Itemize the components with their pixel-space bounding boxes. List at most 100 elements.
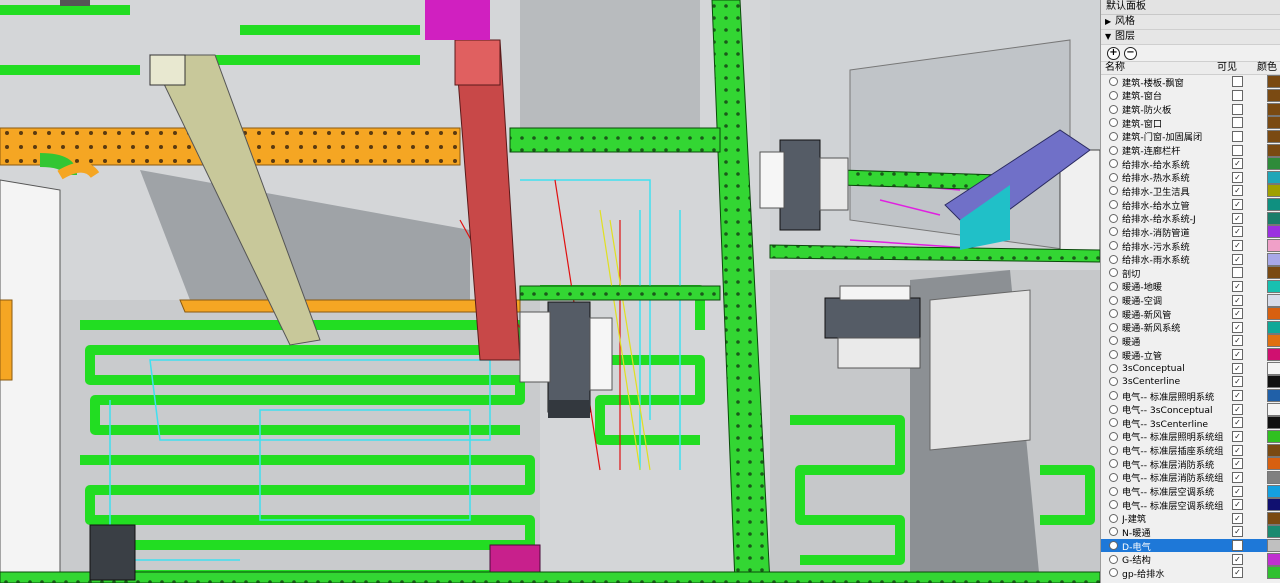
layer-row[interactable]: 电气-- 标准层照明系统组 [1101, 429, 1280, 443]
active-layer-radio[interactable] [1109, 486, 1118, 496]
layer-row[interactable]: 给排水-热水系统 [1101, 170, 1280, 184]
layer-name[interactable]: 给排水-消防管道 [1122, 225, 1228, 239]
layer-row[interactable]: 给排水-给水系统 [1101, 157, 1280, 171]
layer-name[interactable]: 给排水-污水系统 [1122, 239, 1228, 253]
active-layer-radio[interactable] [1109, 568, 1118, 578]
column-color[interactable]: 颜色 [1257, 62, 1279, 74]
layer-name[interactable]: 电气-- 3sConceptual [1122, 402, 1228, 416]
layer-visible-checkbox[interactable] [1232, 485, 1243, 497]
layer-row[interactable]: 暖通-新风管 [1101, 307, 1280, 321]
layer-row[interactable]: J-建筑 [1101, 511, 1280, 525]
layer-name[interactable]: 暖通-空调 [1122, 293, 1228, 307]
active-layer-radio[interactable] [1109, 145, 1118, 155]
layer-color-swatch[interactable] [1267, 539, 1280, 553]
layer-row[interactable]: G-结构 [1101, 552, 1280, 566]
layer-row[interactable]: 电气-- 标准层插座系统组 [1101, 443, 1280, 457]
layer-color-swatch[interactable] [1267, 266, 1280, 280]
section-styles[interactable]: ▶ 风格 [1101, 15, 1280, 30]
layer-color-swatch[interactable] [1267, 416, 1280, 430]
layer-row[interactable]: 电气-- 标准层消防系统 [1101, 457, 1280, 471]
layer-name[interactable]: 剖切 [1122, 266, 1228, 280]
layer-name[interactable]: 建筑-楼板-飘窗 [1122, 75, 1228, 89]
active-layer-radio[interactable] [1109, 541, 1118, 551]
layer-name[interactable]: 电气-- 标准层照明系统组 [1122, 429, 1228, 443]
layer-name[interactable]: 3sCenterline [1122, 376, 1228, 387]
layer-row[interactable]: 剖切 [1101, 266, 1280, 280]
layer-color-swatch[interactable] [1267, 443, 1280, 457]
active-layer-radio[interactable] [1109, 418, 1118, 428]
layer-visible-checkbox[interactable] [1232, 362, 1243, 374]
layer-visible-checkbox[interactable] [1232, 240, 1243, 251]
layer-visible-checkbox[interactable] [1232, 321, 1243, 333]
active-layer-radio[interactable] [1109, 200, 1118, 210]
active-layer-radio[interactable] [1109, 131, 1118, 141]
active-layer-radio[interactable] [1109, 445, 1118, 455]
layer-row[interactable]: 给排水-给水立管 [1101, 198, 1280, 212]
active-layer-radio[interactable] [1109, 513, 1118, 523]
layer-visible-checkbox[interactable] [1232, 512, 1243, 524]
layer-name[interactable]: 暖通-新风管 [1122, 307, 1228, 321]
layer-color-swatch[interactable] [1267, 157, 1280, 171]
layer-name[interactable]: 建筑-窗台 [1122, 88, 1228, 102]
layer-visible-checkbox[interactable] [1232, 144, 1243, 156]
active-layer-radio[interactable] [1109, 90, 1118, 100]
layer-color-swatch[interactable] [1267, 252, 1280, 266]
layer-color-swatch[interactable] [1267, 170, 1280, 184]
layer-name[interactable]: 电气-- 标准层照明系统 [1122, 389, 1228, 403]
layer-visible-checkbox[interactable] [1232, 471, 1243, 483]
layer-color-swatch[interactable] [1267, 334, 1280, 348]
layer-name[interactable]: 给排水-给水立管 [1122, 198, 1228, 212]
layer-name[interactable]: 建筑-门窗-加固属闭 [1122, 129, 1228, 143]
layer-row[interactable]: 给排水-消防管道 [1101, 225, 1280, 239]
layer-name[interactable]: G-结构 [1122, 552, 1228, 566]
active-layer-radio[interactable] [1109, 254, 1118, 264]
layer-row[interactable]: 暖通-地暖 [1101, 279, 1280, 293]
active-layer-radio[interactable] [1109, 322, 1118, 332]
active-layer-radio[interactable] [1109, 404, 1118, 414]
layer-row[interactable]: 建筑-楼板-飘窗 [1101, 75, 1280, 89]
layer-color-swatch[interactable] [1267, 457, 1280, 471]
layer-color-swatch[interactable] [1267, 511, 1280, 525]
layer-visible-checkbox[interactable] [1232, 390, 1243, 402]
layer-name[interactable]: 3sConceptual [1122, 363, 1228, 374]
layer-name[interactable]: 建筑-窗口 [1122, 116, 1228, 130]
layer-visible-checkbox[interactable] [1232, 349, 1243, 361]
active-layer-radio[interactable] [1109, 295, 1118, 305]
layer-name[interactable]: 建筑-防火板 [1122, 102, 1228, 116]
layer-row[interactable]: 给排水-卫生洁具 [1101, 184, 1280, 198]
layer-color-swatch[interactable] [1267, 429, 1280, 443]
layer-color-swatch[interactable] [1267, 552, 1280, 566]
layer-visible-checkbox[interactable] [1232, 158, 1243, 170]
layer-name[interactable]: 电气-- 标准层消防系统组 [1122, 470, 1228, 484]
active-layer-radio[interactable] [1109, 172, 1118, 182]
active-layer-radio[interactable] [1109, 77, 1118, 87]
layer-name[interactable]: 电气-- 标准层消防系统 [1122, 457, 1228, 471]
layer-row[interactable]: 给排水-雨水系统 [1101, 252, 1280, 266]
layer-row[interactable]: 电气-- 标准层照明系统 [1101, 389, 1280, 403]
active-layer-radio[interactable] [1109, 350, 1118, 360]
layer-name[interactable]: 给排水-给水系统-J [1122, 211, 1228, 225]
layer-visible-checkbox[interactable] [1232, 226, 1243, 238]
layer-row[interactable]: 暖通-新风系统 [1101, 320, 1280, 334]
layer-row[interactable]: 电气-- 3sConceptual [1101, 402, 1280, 416]
layer-visible-checkbox[interactable] [1232, 308, 1243, 320]
layer-color-swatch[interactable] [1267, 279, 1280, 293]
layer-visible-checkbox[interactable] [1232, 212, 1243, 224]
layer-name[interactable]: 给排水-卫生洁具 [1122, 184, 1228, 198]
layer-color-swatch[interactable] [1267, 239, 1280, 252]
layer-visible-checkbox[interactable] [1232, 185, 1243, 197]
layer-color-swatch[interactable] [1267, 389, 1280, 403]
layer-name[interactable]: 电气-- 标准层插座系统组 [1122, 443, 1228, 457]
layer-color-swatch[interactable] [1267, 198, 1280, 212]
active-layer-radio[interactable] [1109, 213, 1118, 223]
layer-name[interactable]: 给排水-给水系统 [1122, 157, 1228, 171]
layer-color-swatch[interactable] [1267, 470, 1280, 484]
layer-visible-checkbox[interactable] [1232, 76, 1243, 88]
layer-row[interactable]: 建筑-连廊栏杆 [1101, 143, 1280, 157]
active-layer-radio[interactable] [1109, 268, 1118, 278]
active-layer-radio[interactable] [1109, 554, 1118, 564]
layer-color-swatch[interactable] [1267, 211, 1280, 225]
minus-circle-icon[interactable]: − [1124, 46, 1137, 60]
layer-color-swatch[interactable] [1267, 102, 1280, 116]
layer-visible-checkbox[interactable] [1232, 103, 1243, 115]
